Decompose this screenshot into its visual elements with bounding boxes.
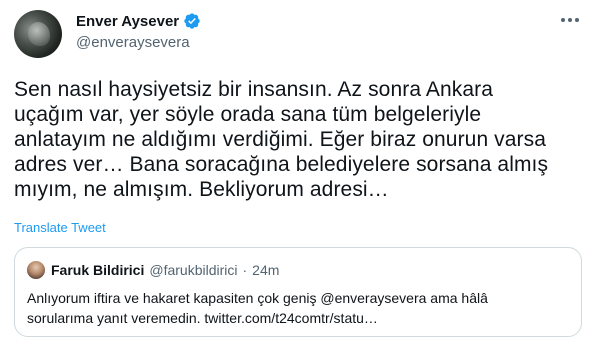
quoted-author-handle: @farukbildirici [149, 262, 238, 278]
translate-tweet-link[interactable]: Translate Tweet [14, 220, 106, 235]
tweet-line: anlatayım ne aldığımı verdiğimi. Eğer bi… [14, 128, 547, 151]
quoted-author-name: Faruk Bildirici [51, 262, 145, 278]
tweet-text: Sen nasıl haysiyetsiz bir insansın. Az s… [14, 77, 586, 202]
author-handle[interactable]: @enveraysevera [76, 34, 190, 51]
more-dots-icon [561, 18, 579, 22]
quoted-line: Anlıyorum iftira ve hakaret kapasiten ço… [27, 290, 488, 306]
tweet-line: uçağım var, yer söyle orada sana tüm bel… [14, 103, 482, 126]
more-options-icon[interactable] [555, 10, 585, 30]
author-name-row: Enver Aysever [76, 12, 201, 30]
quoted-tweet-text: Anlıyorum iftira ve hakaret kapasiten ço… [27, 288, 567, 328]
quoted-line: sorularıma yanıt veremedin. twitter.com/… [27, 310, 378, 326]
tweet-line: adres ver… Bana soracağına belediyelere … [14, 153, 549, 176]
quoted-separator: · [242, 262, 248, 278]
tweet-line: mıyım, ne almışım. Bekliyorum adresi… [14, 178, 389, 201]
quoted-tweet-header: Faruk Bildirici @farukbildirici · 24m [51, 262, 279, 278]
quoted-tweet-card[interactable]: Faruk Bildirici @farukbildirici · 24m An… [14, 247, 582, 337]
verified-badge-icon [184, 13, 200, 29]
quoted-author-avatar [27, 261, 45, 279]
author-avatar[interactable] [14, 10, 62, 58]
quoted-timestamp: 24m [252, 262, 280, 278]
avatar-photo [28, 22, 50, 46]
author-display-name[interactable]: Enver Aysever [76, 13, 179, 30]
tweet-line: Sen nasıl haysiyetsiz bir insansın. Az s… [14, 78, 494, 101]
